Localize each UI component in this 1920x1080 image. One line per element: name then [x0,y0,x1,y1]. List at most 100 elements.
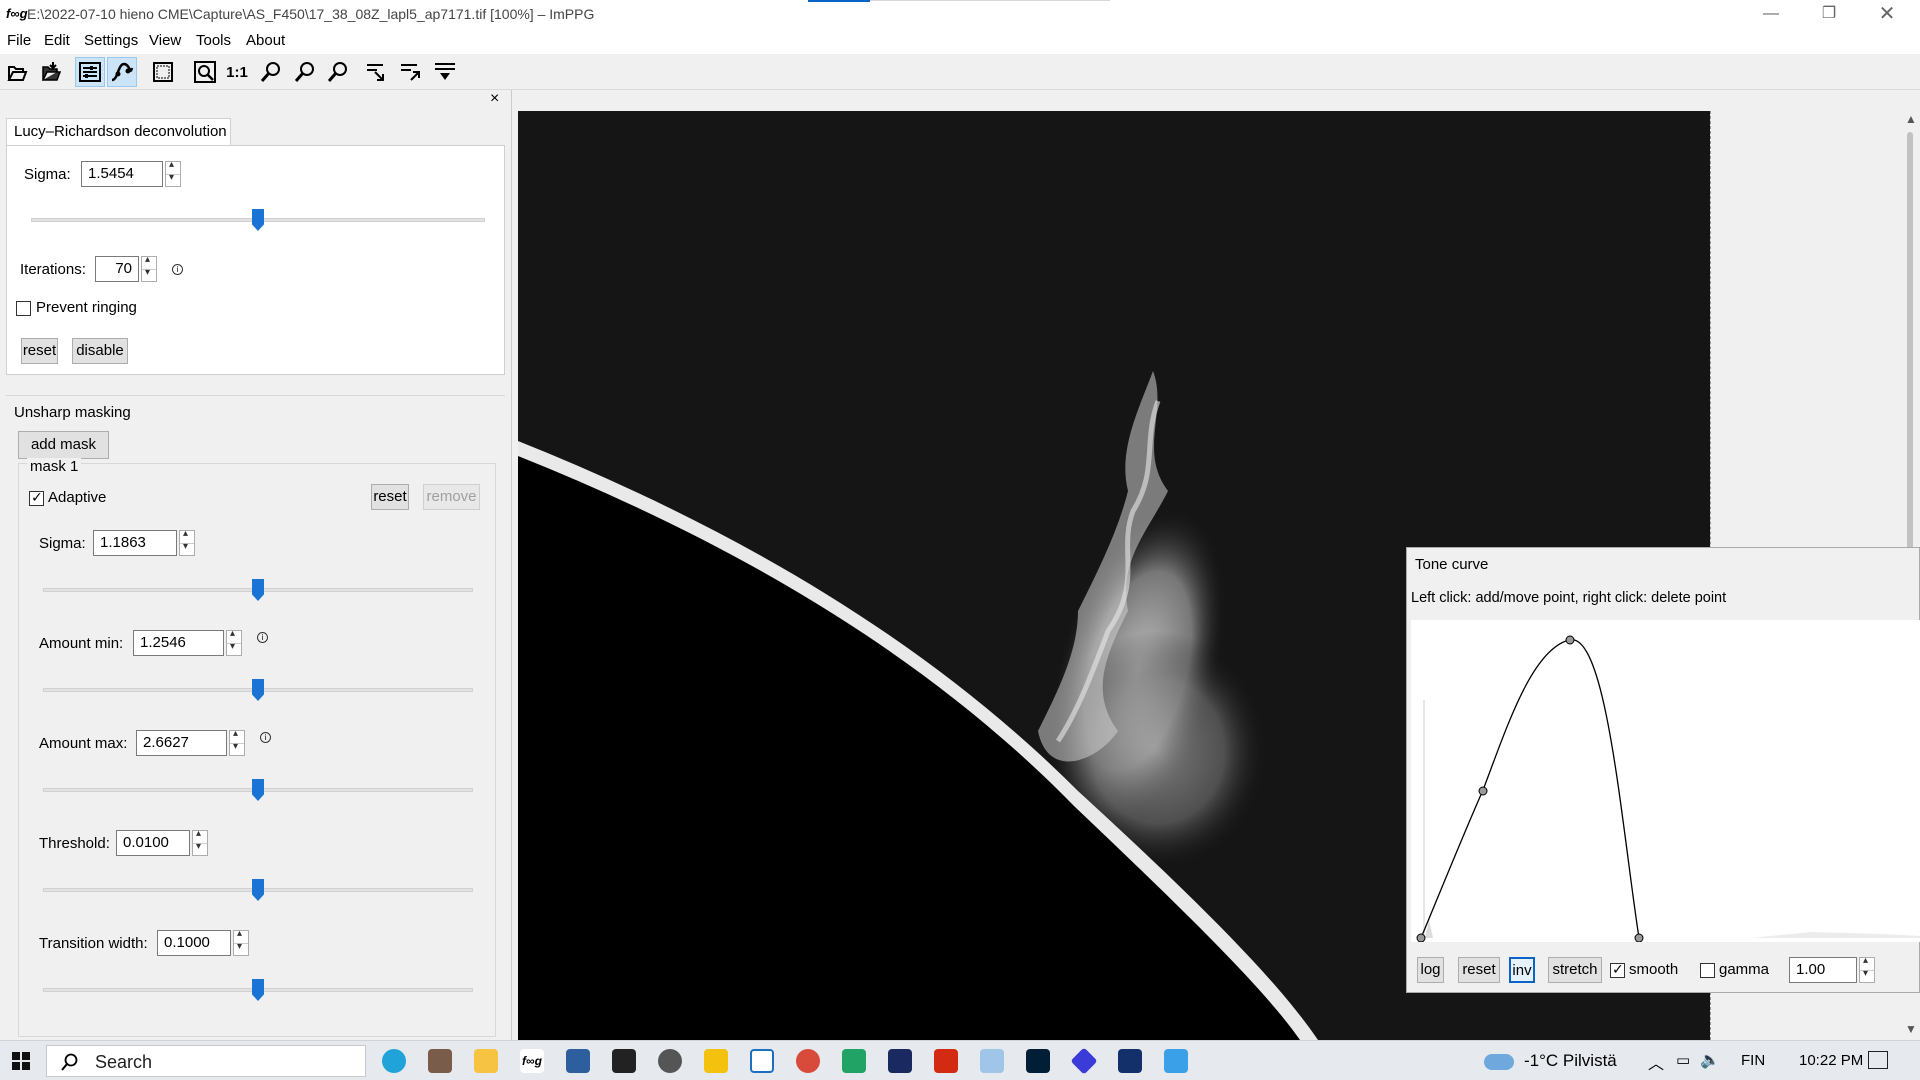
transition-width-input[interactable]: 0.1000 [157,930,231,956]
amount-max-input[interactable]: 2.6627 [136,730,227,756]
smooth-checkbox[interactable] [1610,961,1625,978]
toggle-panel-icon[interactable] [75,57,105,87]
threshold-input[interactable]: 0.0100 [116,830,190,856]
title-bar[interactable]: f∞g E:\2022-07-10 hieno CME\Capture\AS_F… [0,0,1920,30]
info-icon[interactable]: i [257,632,268,643]
chrome-icon[interactable] [796,1049,820,1073]
windows-start-icon[interactable] [12,1052,30,1070]
network-icon[interactable]: ▭ [1676,1051,1690,1069]
scroll-down-icon[interactable]: ▼ [1905,1022,1917,1036]
close-icon[interactable]: ✕ [1858,0,1916,30]
chevron-up-icon[interactable]: ︿ [1648,1050,1664,1074]
app-icon[interactable] [428,1049,452,1073]
tone-curve-icon[interactable] [107,57,137,87]
amount-min-slider-thumb[interactable] [252,679,264,701]
fastcopy-icon[interactable] [704,1049,728,1073]
paint-icon[interactable] [980,1049,1004,1073]
gamma-input[interactable]: 1.00 [1789,957,1857,983]
zoom-custom-icon[interactable] [323,57,353,87]
tone-reset-button[interactable]: reset [1458,957,1500,983]
amount-min-input[interactable]: 1.2546 [133,630,224,656]
inv-button[interactable]: inv [1509,957,1535,983]
menu-edit[interactable]: Edit [44,32,70,49]
file-explorer-icon[interactable] [474,1049,498,1073]
lr-sigma-input[interactable]: 1.5454 [81,161,163,187]
spreadsheet-icon[interactable] [842,1049,866,1073]
notification-icon[interactable] [1868,1051,1888,1069]
menu-about[interactable]: About [246,32,285,49]
tone-curve-window[interactable]: Tone curve Left click: add/move point, r… [1406,547,1920,993]
app-icon[interactable] [1118,1049,1142,1073]
photos-icon[interactable] [1164,1049,1188,1073]
volume-icon[interactable]: 🔈 [1700,1050,1720,1070]
app-icon[interactable] [566,1049,590,1073]
info-icon[interactable]: i [172,264,183,275]
lr-disable-button[interactable]: disable [72,338,128,364]
adaptive-checkbox[interactable] [29,489,44,506]
log-button[interactable]: log [1417,957,1444,983]
weather-text[interactable]: -1°C Pilvistä [1524,1051,1617,1071]
weather-cloud-icon[interactable] [1484,1054,1514,1070]
app-icon[interactable] [612,1049,636,1073]
fit-window-icon[interactable] [148,57,178,87]
threshold-stepper[interactable] [192,828,208,856]
photoshop-icon[interactable] [1026,1049,1050,1073]
clock[interactable]: 10:22 PM [1799,1052,1863,1069]
minimize-icon[interactable]: — [1742,0,1800,30]
app-icon[interactable] [658,1049,682,1073]
zoom-one-to-one-button[interactable]: 1:1 [222,57,252,87]
save-file-icon[interactable] [36,57,66,87]
stretch-button[interactable]: stretch [1548,957,1602,983]
mask-reset-button[interactable]: reset [371,484,409,510]
um-sigma-slider-thumb[interactable] [252,579,264,601]
zoom-in-icon[interactable] [256,57,286,87]
lr-iterations-stepper[interactable] [141,254,157,282]
unsharp-masking-section: Unsharp masking add mask mask 1 Adaptive… [6,395,505,1040]
open-file-icon[interactable] [2,57,32,87]
tone-curve-plot[interactable] [1411,620,1920,943]
info-icon[interactable]: i [260,732,271,743]
mask-remove-button: remove [423,484,480,510]
transition-width-slider-thumb[interactable] [252,979,264,1001]
curve-point [1634,933,1644,943]
more-dropdown-icon[interactable] [430,57,460,87]
amount-max-slider-thumb[interactable] [252,779,264,801]
lr-iterations-input[interactable]: 70 [95,256,139,282]
tone-curve-hint: Left click: add/move point, right click:… [1411,590,1727,606]
language-indicator[interactable]: FIN [1741,1052,1765,1069]
scroll-up-icon[interactable]: ▲ [1905,112,1917,126]
menu-file[interactable]: File [7,32,31,49]
amount-min-stepper[interactable] [226,628,242,656]
threshold-slider-thumb[interactable] [252,879,264,901]
um-sigma-stepper[interactable] [179,528,195,556]
menu-settings[interactable]: Settings [84,32,138,49]
tone-curve-title: Tone curve [1415,556,1489,573]
um-sigma-input[interactable]: 1.1863 [93,530,177,556]
gamma-checkbox[interactable] [1700,963,1715,978]
batch-icon[interactable] [396,57,426,87]
gamma-stepper[interactable] [1859,955,1875,983]
add-mask-button[interactable]: add mask [18,431,109,459]
panel-close-icon[interactable]: × [490,90,499,108]
app-icon[interactable] [934,1049,958,1073]
app-icon[interactable] [1070,1047,1098,1075]
menu-view[interactable]: View [149,32,181,49]
align-icon[interactable] [362,57,392,87]
menu-tools[interactable]: Tools [196,32,231,49]
transition-width-stepper[interactable] [233,928,249,956]
tab-lucy-richardson[interactable]: Lucy–Richardson deconvolution [6,118,231,146]
window-icon[interactable] [750,1049,774,1073]
imppg-icon[interactable]: f∞g [520,1049,544,1073]
amount-max-stepper[interactable] [229,728,245,756]
lr-reset-button[interactable]: reset [21,338,58,364]
zoom-out-icon[interactable] [290,57,320,87]
fit-zoom-icon[interactable] [190,57,220,87]
edge-icon[interactable] [382,1049,406,1073]
restore-icon[interactable]: ❐ [1800,0,1858,30]
prevent-ringing-checkbox[interactable] [16,301,31,316]
taskbar-search-box[interactable]: Search [46,1045,366,1077]
curve-point [1478,786,1488,796]
lr-sigma-stepper[interactable] [165,159,181,187]
app-icon[interactable] [888,1049,912,1073]
lr-sigma-slider-thumb[interactable] [252,209,264,231]
